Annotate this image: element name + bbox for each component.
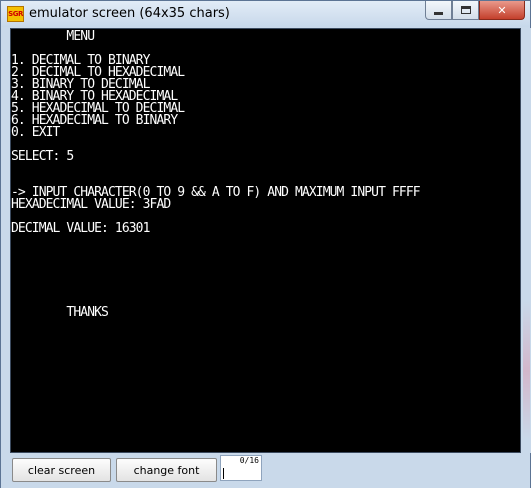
close-button[interactable]: ✕ xyxy=(479,1,525,20)
change-font-button[interactable]: change font xyxy=(116,458,217,482)
minimize-button[interactable] xyxy=(425,1,452,20)
minimize-icon xyxy=(434,11,443,15)
footer-bar: clear screen change font 0/16 xyxy=(1,453,530,488)
input-counter: 0/16 xyxy=(239,456,259,465)
maximize-button[interactable] xyxy=(452,1,479,20)
emulator-screen[interactable]: MENU 1. DECIMAL TO BINARY 2. DECIMAL TO … xyxy=(10,28,521,453)
maximize-icon xyxy=(460,6,471,14)
input-field[interactable]: 0/16 xyxy=(220,455,262,481)
window-edge-glow xyxy=(523,301,530,441)
emulator-window: SGR emulator screen (64x35 chars) ✕ MENU… xyxy=(0,0,531,488)
screen-text: MENU 1. DECIMAL TO BINARY 2. DECIMAL TO … xyxy=(11,29,421,320)
text-cursor xyxy=(223,468,224,479)
window-title: emulator screen (64x35 chars) xyxy=(29,6,230,21)
title-bar[interactable]: SGR emulator screen (64x35 chars) ✕ xyxy=(1,1,530,27)
clear-screen-button[interactable]: clear screen xyxy=(12,458,111,482)
close-icon: ✕ xyxy=(497,3,507,17)
emulator-app-icon: SGR xyxy=(7,6,24,22)
